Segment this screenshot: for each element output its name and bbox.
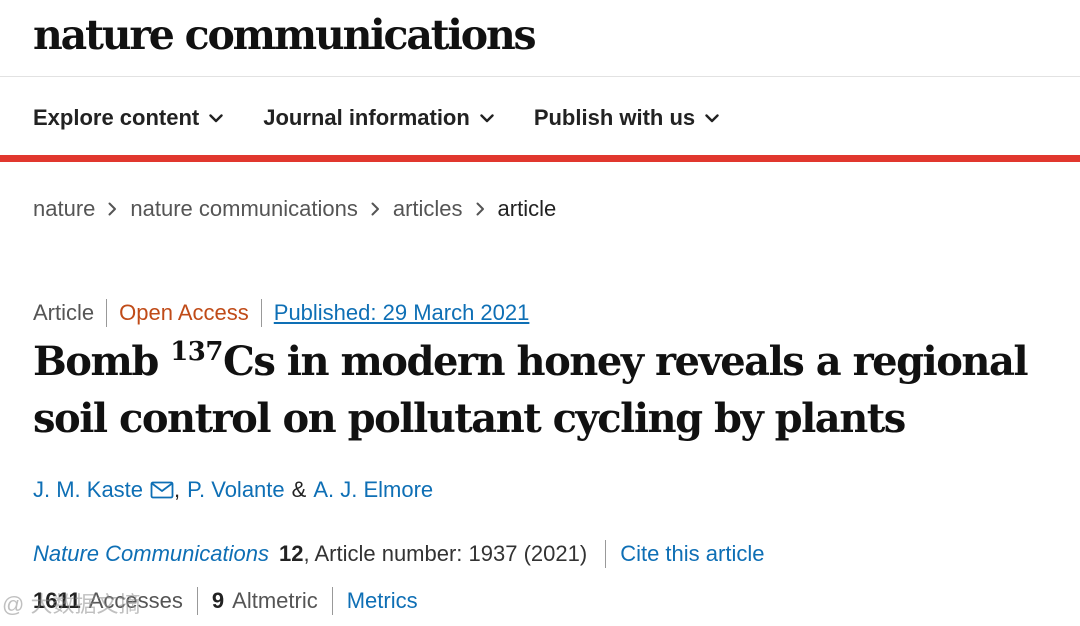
chevron-down-icon: [480, 113, 494, 123]
citation-details: , Article number: 1937 (2021): [303, 541, 588, 566]
meta-divider: [106, 299, 108, 327]
accent-bar: [0, 155, 1080, 162]
site-logo[interactable]: nature communications: [33, 8, 537, 62]
mail-icon[interactable]: [150, 481, 174, 499]
citation-line: Nature Communications 12 , Article numbe…: [33, 537, 764, 571]
published-date-link[interactable]: Published: 29 March 2021: [274, 300, 530, 326]
nav-journal-information[interactable]: Journal information: [263, 105, 494, 131]
nav-explore-content[interactable]: Explore content: [33, 105, 223, 131]
journal-link[interactable]: Nature Communications: [33, 541, 269, 567]
author-separator: ,: [174, 477, 181, 502]
article-type: Article: [33, 300, 95, 325]
breadcrumb-item-nature-communications[interactable]: nature communications: [130, 196, 357, 222]
article-meta: Article Open Access Published: 29 March …: [33, 296, 529, 330]
meta-divider: [260, 299, 262, 327]
metrics-divider: [196, 587, 198, 615]
author-link-kaste[interactable]: J. M. Kaste: [33, 477, 143, 503]
header-divider: [0, 76, 1080, 77]
cite-this-article-link[interactable]: Cite this article: [620, 541, 764, 567]
chevron-down-icon: [209, 113, 223, 123]
breadcrumb: nature nature communications articles ar…: [33, 192, 556, 226]
chevron-right-icon: [108, 202, 117, 216]
title-superscript: 137: [170, 337, 223, 367]
altmetric-label: Altmetric: [232, 588, 318, 613]
chevron-down-icon: [705, 113, 719, 123]
author-list: J. M. Kaste , P. Volante & A. J. Elmore: [33, 474, 433, 506]
chevron-right-icon: [476, 202, 485, 216]
metrics-link[interactable]: Metrics: [347, 588, 418, 614]
nav-item-label: Journal information: [263, 105, 470, 130]
breadcrumb-item-nature[interactable]: nature: [33, 196, 95, 222]
citation-divider: [605, 540, 607, 568]
breadcrumb-item-article: article: [497, 196, 557, 221]
metrics-divider: [331, 587, 333, 615]
article-title: Bomb 137Cs in modern honey reveals a reg…: [33, 336, 1063, 445]
chevron-right-icon: [371, 202, 380, 216]
nav-item-label: Publish with us: [533, 105, 696, 130]
title-part-1: Bomb: [33, 338, 171, 385]
accesses-count: 1611: [33, 588, 81, 613]
volume-number: 12: [278, 541, 304, 566]
accesses-label: Accesses: [88, 588, 183, 613]
author-separator: &: [291, 477, 307, 502]
breadcrumb-item-articles[interactable]: articles: [393, 196, 463, 222]
author-link-volante[interactable]: P. Volante: [187, 477, 284, 503]
nav-item-label: Explore content: [33, 105, 200, 130]
author-link-elmore[interactable]: A. J. Elmore: [313, 477, 433, 503]
open-access-label: Open Access: [119, 300, 249, 325]
main-nav: Explore content Journal information Publ…: [33, 96, 759, 140]
altmetric-count: 9: [211, 588, 225, 613]
nav-publish-with-us[interactable]: Publish with us: [534, 105, 719, 131]
article-metrics: 1611 Accesses 9 Altmetric Metrics: [33, 584, 418, 618]
